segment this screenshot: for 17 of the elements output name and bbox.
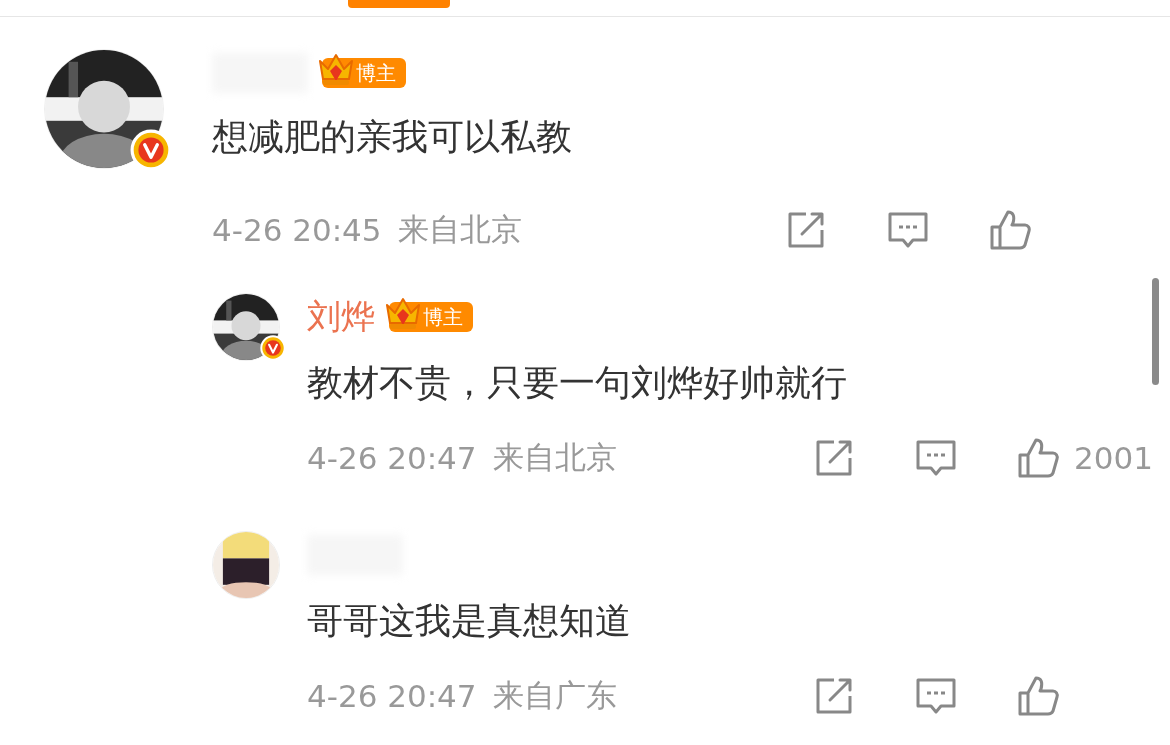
comment-time: 4-26 20:45 [212, 212, 382, 248]
comment-text: 教材不贵，只要一句刘烨好帅就行 [307, 361, 848, 405]
crown-icon [383, 295, 423, 331]
comment-text: 想减肥的亲我可以私教 [212, 115, 573, 159]
comment-location: 来自广东 [492, 676, 617, 715]
comment-time: 4-26 20:47 [307, 440, 477, 476]
comment-location: 来自北京 [492, 438, 617, 477]
crown-icon [316, 51, 356, 87]
comment-text: 哥哥这我是真想知道 [307, 599, 632, 643]
like-icon[interactable] [988, 208, 1032, 252]
like-icon[interactable] [1016, 674, 1060, 718]
user-name[interactable]: 刘烨 [307, 294, 375, 340]
like-icon[interactable] [1016, 436, 1060, 480]
comment-location: 来自北京 [397, 210, 522, 249]
scroll-bar[interactable] [1152, 278, 1159, 385]
comment-time: 4-26 20:47 [307, 678, 477, 714]
like-count: 2001 [1074, 440, 1153, 476]
